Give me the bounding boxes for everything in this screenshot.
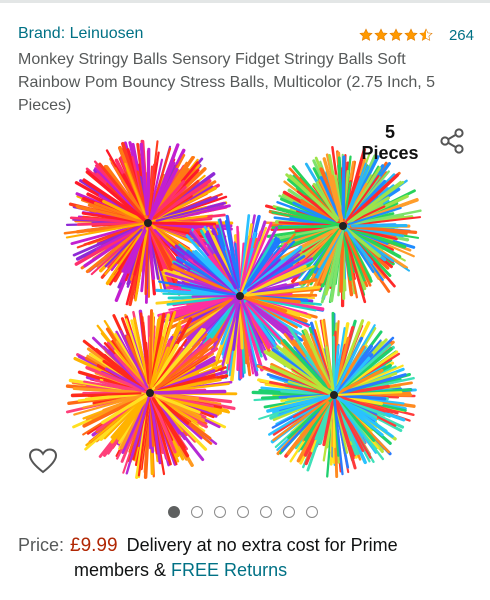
star-icon	[389, 28, 403, 41]
price-value: £9.99	[70, 535, 118, 556]
delivery-line-2: members & FREE Returns	[18, 558, 478, 583]
rating-widget[interactable]: 264	[359, 25, 474, 45]
heart-icon	[28, 448, 58, 474]
product-header: Brand: Leinuosen 264	[18, 25, 474, 47]
carousel-dots	[168, 506, 318, 518]
wishlist-button[interactable]	[28, 447, 58, 475]
star-icon	[374, 28, 388, 41]
star-half-icon	[419, 28, 433, 41]
free-returns-link[interactable]: FREE Returns	[171, 560, 287, 580]
carousel-dot[interactable]	[260, 506, 272, 518]
stringy-ball	[263, 145, 422, 308]
star-rating	[359, 28, 433, 42]
delivery-text-cont: members &	[74, 560, 167, 580]
review-count[interactable]: 264	[449, 27, 474, 44]
carousel-dot[interactable]	[306, 506, 318, 518]
carousel-dot[interactable]	[283, 506, 295, 518]
star-icon	[404, 28, 418, 41]
carousel-dot[interactable]	[237, 506, 249, 518]
price-label: Price:	[18, 535, 65, 555]
pieces-word: Pieces	[361, 143, 419, 163]
stringy-balls-image	[63, 139, 422, 479]
star-icon	[359, 28, 373, 41]
carousel-dot[interactable]	[191, 506, 203, 518]
price-block: Price: £9.99 Delivery at no extra cost fo…	[18, 533, 478, 583]
pieces-caption: 5 Pieces	[352, 122, 428, 164]
carousel-dot[interactable]	[168, 506, 180, 518]
delivery-text: Delivery at no extra cost for Prime	[126, 535, 398, 555]
top-divider	[0, 0, 490, 3]
carousel-dot[interactable]	[214, 506, 226, 518]
share-button[interactable]	[438, 127, 466, 155]
price-line: Price: £9.99 Delivery at no extra cost fo…	[18, 533, 478, 558]
brand-link[interactable]: Brand: Leinuosen	[18, 25, 143, 43]
pieces-count: 5	[384, 122, 395, 142]
product-image[interactable]	[0, 118, 490, 498]
product-title: Monkey Stringy Balls Sensory Fidget Stri…	[18, 51, 436, 114]
share-icon	[440, 128, 464, 154]
